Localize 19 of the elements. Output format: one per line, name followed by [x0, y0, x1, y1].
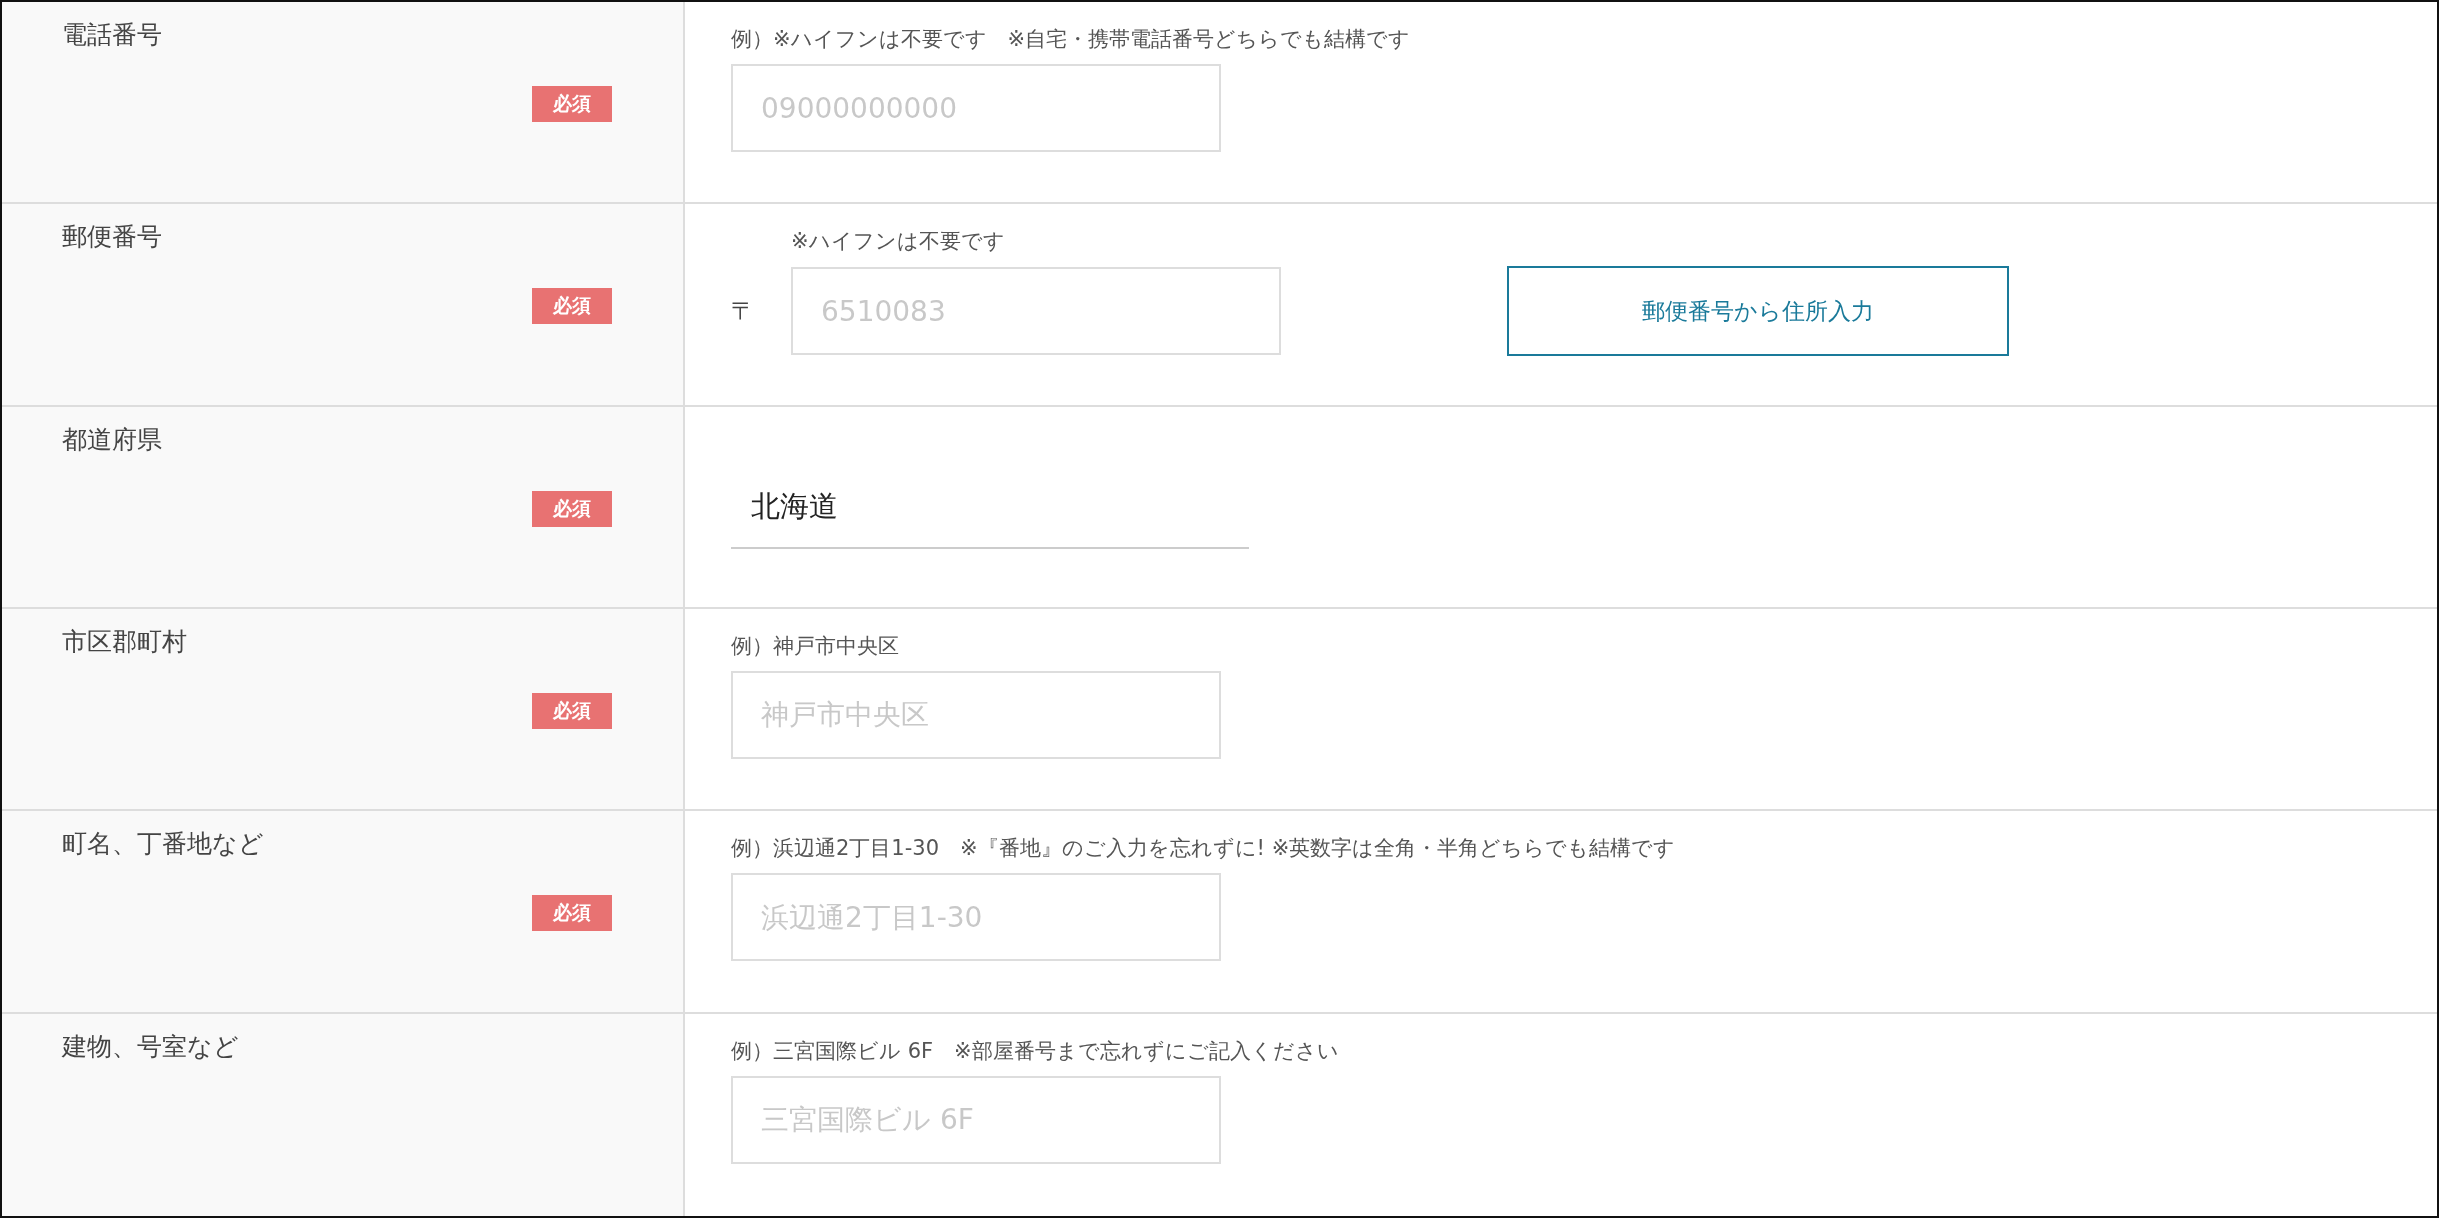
field-label: 都道府県: [62, 424, 162, 454]
required-badge: 必須: [532, 288, 612, 325]
required-badge: 必須: [532, 693, 612, 729]
field-label: 建物、号室など: [62, 1031, 239, 1061]
hint-text: 例）三宮国際ビル 6F ※部屋番号まで忘れずにご記入ください: [731, 1037, 1340, 1065]
prefecture-select[interactable]: 北海道: [731, 486, 1249, 549]
postal-mark: 〒: [731, 296, 756, 328]
hint-text: 例）※ハイフンは不要です ※自宅・携帯電話番号どちらでも結構です: [731, 26, 1412, 53]
field-label: 電話番号: [62, 20, 162, 49]
required-badge: 必須: [532, 895, 612, 932]
hint-text: ※ハイフンは不要です: [790, 228, 1006, 256]
required-badge: 必須: [532, 86, 612, 122]
field-label: 市区郡町村: [62, 627, 187, 656]
address-lookup-button[interactable]: 郵便番号から住所入力: [1507, 266, 2009, 357]
field-label: 郵便番号: [62, 222, 162, 252]
required-badge: 必須: [532, 490, 612, 527]
hint-text: 例）神戸市中央区: [731, 633, 900, 660]
field-label: 町名、丁番地など: [62, 829, 264, 859]
hint-text: 例）浜辺通2丁目1-30 ※『番地』のご入力を忘れずに! ※英数字は全角・半角どちらでも結構です: [731, 835, 1677, 863]
